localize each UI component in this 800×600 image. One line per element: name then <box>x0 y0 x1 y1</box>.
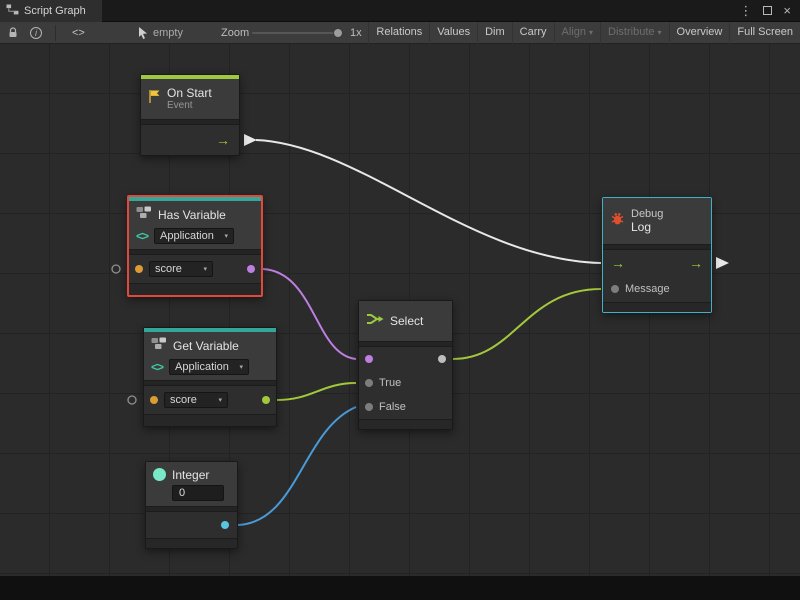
close-icon[interactable]: × <box>783 3 791 18</box>
node-title: On Start <box>167 86 212 100</box>
code-chevrons-icon: <> <box>151 360 163 374</box>
window-title-bar: Script Graph ⋮ × <box>0 0 800 22</box>
window-menu-icon[interactable]: ⋮ <box>739 3 752 19</box>
exit-output-port[interactable]: → <box>689 256 703 270</box>
variable-name-value: score <box>170 394 197 406</box>
condition-input-port[interactable] <box>365 355 373 363</box>
variable-scope-dropdown[interactable]: Application ▾ <box>154 228 234 244</box>
false-port-label: False <box>379 401 406 413</box>
node-subtitle: Event <box>167 100 212 112</box>
relations-button[interactable]: Relations <box>368 22 429 44</box>
node-subtitle: Debug <box>631 208 663 220</box>
align-button[interactable]: Align▾ <box>554 22 600 44</box>
tab-label: Script Graph <box>24 5 86 17</box>
variable-name-dropdown[interactable]: score ▾ <box>164 392 228 408</box>
canvas-outside-area <box>0 576 800 600</box>
toolbar-separator <box>55 25 56 41</box>
true-input-port[interactable] <box>365 379 373 387</box>
node-integer[interactable]: Integer 0 <box>145 461 238 549</box>
node-footer <box>603 302 711 312</box>
selection-output-port[interactable] <box>438 355 446 363</box>
info-icon[interactable]: i <box>30 22 42 44</box>
zoom-label: Zoom <box>221 22 249 44</box>
overview-button[interactable]: Overview <box>669 22 730 44</box>
node-footer <box>146 538 237 548</box>
node-has-variable[interactable]: Has Variable <> Application ▾ score ▾ <box>127 195 263 297</box>
select-merge-icon <box>366 312 384 331</box>
caret-down-icon: ▾ <box>658 28 662 37</box>
message-input-port[interactable] <box>611 285 619 293</box>
fullscreen-button[interactable]: Full Screen <box>729 22 800 44</box>
value-output-port[interactable] <box>221 521 229 529</box>
node-debug-log[interactable]: Debug Log → → Message <box>602 197 712 313</box>
caret-down-icon: ▾ <box>589 28 593 37</box>
dim-button[interactable]: Dim <box>477 22 512 44</box>
node-footer <box>144 414 276 426</box>
node-select[interactable]: Select True False <box>358 300 453 430</box>
lock-icon[interactable] <box>7 22 19 44</box>
distribute-button[interactable]: Distribute▾ <box>600 22 668 44</box>
zoom-value: 1x <box>350 22 362 44</box>
selection-status-label: empty <box>153 22 183 44</box>
node-footer <box>129 283 261 295</box>
carry-button[interactable]: Carry <box>512 22 554 44</box>
selection-cursor-icon <box>138 22 149 44</box>
variables-icon <box>136 206 152 224</box>
node-title: Get Variable <box>173 339 239 353</box>
is-set-output-port[interactable] <box>247 265 255 273</box>
scope-value: Application <box>160 230 214 242</box>
value-output-port[interactable] <box>262 396 270 404</box>
false-input-port[interactable] <box>365 403 373 411</box>
caret-down-icon: ▾ <box>218 396 222 404</box>
edit-graph-icon[interactable]: <> <box>72 22 85 44</box>
script-graph-icon <box>6 4 19 18</box>
node-title: Select <box>390 314 423 328</box>
code-chevrons-icon: <> <box>136 229 148 243</box>
node-footer <box>359 419 452 429</box>
zoom-slider-track[interactable] <box>252 32 338 34</box>
node-title: Has Variable <box>158 208 226 222</box>
node-title: Integer <box>172 468 209 482</box>
values-button[interactable]: Values <box>429 22 477 44</box>
graph-toolbar: i <> empty Zoom 1x Relations Values Dim … <box>0 22 800 44</box>
caret-down-icon: ▾ <box>225 232 229 240</box>
node-on-start[interactable]: On Start Event → <box>140 74 240 156</box>
variable-scope-dropdown[interactable]: Application ▾ <box>169 359 249 375</box>
integer-value-field[interactable]: 0 <box>172 485 224 501</box>
maximize-icon[interactable] <box>763 6 772 15</box>
toolbar-buttons: Relations Values Dim Carry Align▾ Distri… <box>368 22 800 44</box>
flag-icon <box>148 89 161 109</box>
variable-name-input-port[interactable] <box>150 396 158 404</box>
bug-icon <box>610 212 625 231</box>
caret-down-icon: ▾ <box>240 363 244 371</box>
scope-value: Application <box>175 361 229 373</box>
enter-input-port[interactable]: → <box>611 256 625 270</box>
trigger-output-port[interactable]: → <box>216 133 230 147</box>
tab-script-graph[interactable]: Script Graph <box>0 0 102 22</box>
node-get-variable[interactable]: Get Variable <> Application ▾ score ▾ <box>143 327 277 427</box>
variable-name-dropdown[interactable]: score ▾ <box>149 261 213 277</box>
true-port-label: True <box>379 377 401 389</box>
variable-name-value: score <box>155 263 182 275</box>
zoom-slider-handle[interactable] <box>333 28 343 38</box>
message-port-label: Message <box>625 283 670 295</box>
integer-literal-icon <box>153 468 166 481</box>
node-title: Log <box>631 220 663 234</box>
variable-name-input-port[interactable] <box>135 265 143 273</box>
variables-icon <box>151 337 167 355</box>
caret-down-icon: ▾ <box>203 265 207 273</box>
